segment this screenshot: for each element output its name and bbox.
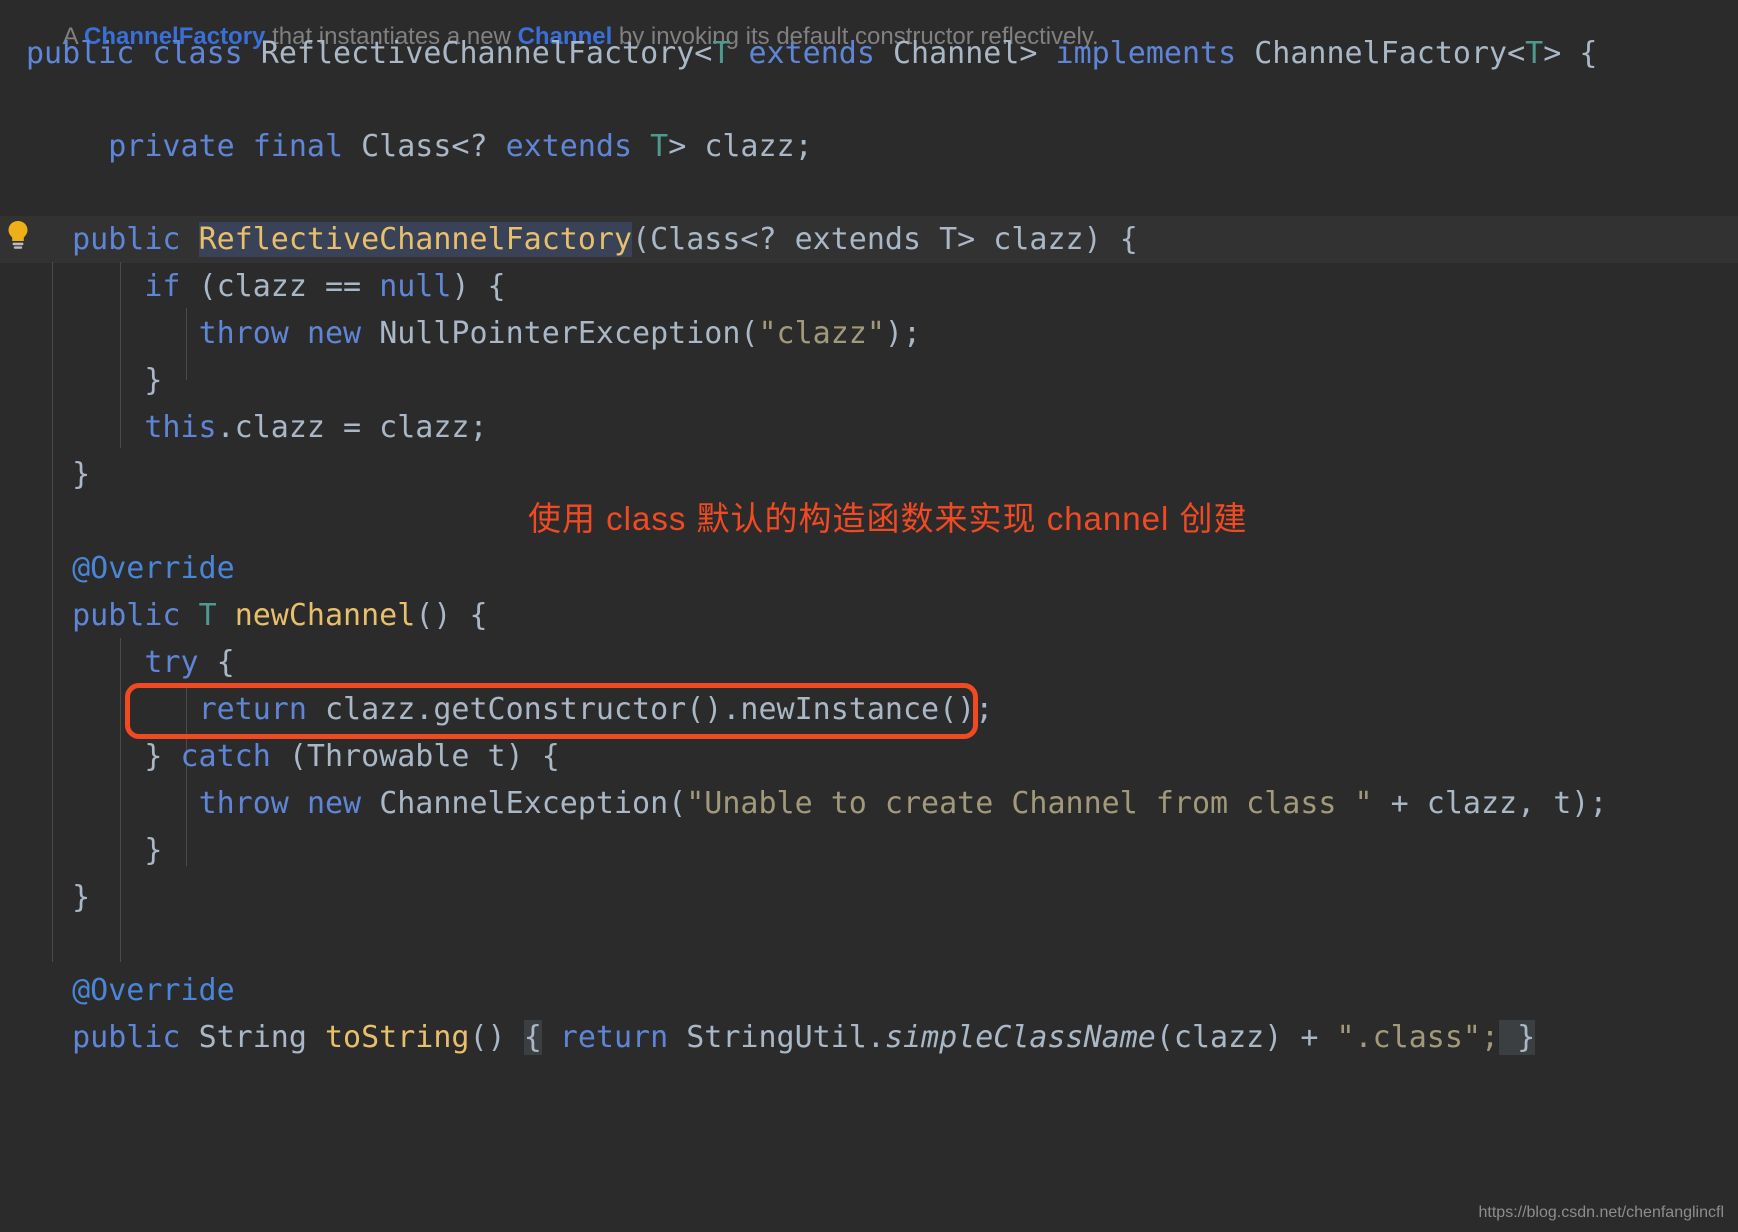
kw-final: final bbox=[252, 129, 344, 164]
newchannel-tail: () { bbox=[415, 598, 488, 633]
tostring-simpleclassname: simpleClassName bbox=[884, 1020, 1156, 1055]
close-catch-brace: } bbox=[144, 833, 163, 868]
kw-return-tostring: return bbox=[541, 1020, 687, 1055]
class-open-brace: { bbox=[1579, 36, 1598, 71]
kw-public-newchannel: public bbox=[72, 598, 181, 633]
class-name: ReflectiveChannelFactory bbox=[260, 36, 695, 71]
kw-new: new bbox=[306, 316, 362, 351]
code-line-close-newchannel[interactable]: } bbox=[0, 874, 1738, 921]
close-if-brace: } bbox=[144, 363, 163, 398]
code-line-catch[interactable]: } catch (Throwable t) { bbox=[0, 733, 1738, 780]
tostring-sig-tail: () bbox=[469, 1020, 524, 1055]
field-type: Class<? bbox=[361, 129, 488, 164]
catch-params: (Throwable t) { bbox=[270, 739, 560, 774]
code-line-override-1[interactable]: @Override bbox=[0, 545, 1738, 592]
code-line-null-check[interactable]: if (clazz == null) { bbox=[0, 263, 1738, 310]
exception-npe: NullPointerException( bbox=[379, 316, 759, 351]
code-line-return-newinstance[interactable]: return clazz.getConstructor().newInstanc… bbox=[0, 686, 1738, 733]
tostring-plus: + bbox=[1282, 1020, 1337, 1055]
generic-close: > bbox=[1019, 36, 1038, 71]
code-line-constructor[interactable]: public ReflectiveChannelFactory(Class<? … bbox=[0, 216, 1738, 263]
generic-open: < bbox=[694, 36, 713, 71]
chinese-annotation-note: 使用 class 默认的构造函数来实现 channel 创建 bbox=[528, 500, 1248, 537]
close-ctor-brace: } bbox=[72, 457, 91, 492]
kw-if: if bbox=[144, 269, 181, 304]
tostring-return-type: String bbox=[198, 1020, 307, 1055]
blog-watermark: https://blog.csdn.net/chenfanglincfl bbox=[1478, 1204, 1725, 1221]
tostring-util: StringUtil. bbox=[686, 1020, 885, 1055]
kw-private: private bbox=[108, 129, 235, 164]
null-check-cond: (clazz == bbox=[180, 269, 380, 304]
annotation-override-1: @Override bbox=[72, 551, 235, 586]
code-line-assignment[interactable]: this.clazz = clazz; bbox=[0, 404, 1738, 451]
code-line-close-catch[interactable]: } bbox=[0, 827, 1738, 874]
tostring-open-brace: { bbox=[523, 1020, 542, 1055]
assign-rest: .clazz = clazz; bbox=[216, 410, 488, 445]
code-line-field[interactable]: private final Class<? extends T> clazz; bbox=[0, 123, 1738, 170]
code-line-newchannel-signature[interactable]: public T newChannel() { bbox=[0, 592, 1738, 639]
kw-public: public bbox=[26, 36, 135, 71]
kw-extends: extends bbox=[748, 36, 875, 71]
tostring-close-brace: } bbox=[1499, 1020, 1536, 1055]
close-newchannel-brace: } bbox=[72, 880, 91, 915]
code-line-override-2[interactable]: @Override bbox=[0, 967, 1738, 1014]
npe-message: "clazz" bbox=[758, 316, 885, 351]
return-expression: clazz.getConstructor().newInstance(); bbox=[306, 692, 994, 727]
field-type-param: T bbox=[650, 129, 669, 164]
tostring-arg: (clazz) bbox=[1155, 1020, 1283, 1055]
code-line-close-if[interactable]: } bbox=[0, 357, 1738, 404]
newchannel-method-name: newChannel bbox=[234, 598, 416, 633]
code-line-throw-channelexception[interactable]: throw new ChannelException("Unable to cr… bbox=[0, 780, 1738, 827]
kw-null: null bbox=[379, 269, 452, 304]
kw-public-ctor: public bbox=[72, 222, 181, 257]
code-line-class-declaration[interactable]: public class ReflectiveChannelFactory<T … bbox=[0, 30, 1738, 77]
type-param-t: T bbox=[712, 36, 731, 71]
tostring-method-name: toString bbox=[325, 1020, 470, 1055]
code-line-throw-npe[interactable]: throw new NullPointerException("clazz"); bbox=[0, 310, 1738, 357]
catch-close-brace: } bbox=[144, 739, 181, 774]
channelexception-tail: + clazz, t); bbox=[1372, 786, 1608, 821]
code-line-try[interactable]: try { bbox=[0, 639, 1738, 686]
tostring-suffix: ".class"; bbox=[1336, 1020, 1500, 1055]
exception-channelexception: ChannelException( bbox=[379, 786, 687, 821]
kw-try: try bbox=[144, 645, 199, 680]
constructor-name-selected[interactable]: ReflectiveChannelFactory bbox=[198, 222, 633, 257]
kw-return: return bbox=[198, 692, 307, 727]
kw-throw: throw bbox=[198, 316, 289, 351]
iface-channelfactory: ChannelFactory bbox=[1254, 36, 1508, 71]
try-open-brace: { bbox=[198, 645, 235, 680]
constructor-params: (Class<? extends T> clazz) { bbox=[632, 222, 1138, 257]
bound-channel: Channel bbox=[892, 36, 1020, 71]
npe-tail: ); bbox=[884, 316, 922, 351]
newchannel-return-type: T bbox=[198, 598, 217, 633]
code-content[interactable]: public class ReflectiveChannelFactory<T … bbox=[0, 0, 1738, 1180]
kw-implements: implements bbox=[1055, 36, 1237, 71]
kw-public-tostring: public bbox=[72, 1020, 181, 1055]
channelexception-message: "Unable to create Channel from class " bbox=[686, 786, 1373, 821]
field-name: clazz; bbox=[704, 129, 813, 164]
code-editor[interactable]: A ChannelFactory that instantiates a new… bbox=[0, 0, 1738, 1232]
field-generic-close: > bbox=[668, 129, 687, 164]
null-check-close: ) { bbox=[451, 269, 506, 304]
kw-catch: catch bbox=[180, 739, 271, 774]
code-line-close-constructor[interactable]: } bbox=[0, 451, 1738, 498]
code-line-tostring[interactable]: public String toString() { return String… bbox=[0, 1014, 1738, 1061]
kw-class: class bbox=[152, 36, 243, 71]
kw-extends-field: extends bbox=[505, 129, 633, 164]
annotation-override-2: @Override bbox=[72, 973, 235, 1008]
kw-throw-2: throw bbox=[198, 786, 289, 821]
kw-new-2: new bbox=[306, 786, 362, 821]
